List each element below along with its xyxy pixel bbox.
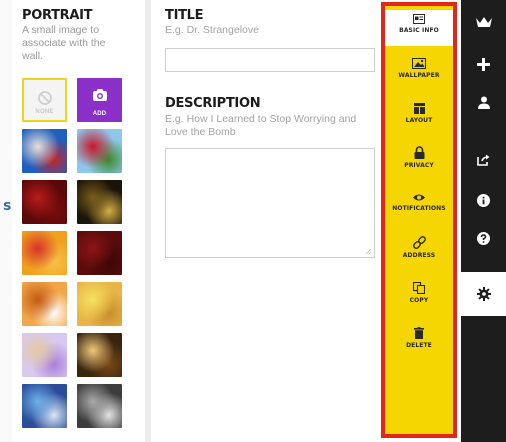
thumb-globe[interactable] — [22, 384, 67, 428]
menu-wallpaper[interactable]: WALLPAPER — [385, 58, 453, 79]
menu-basic-info-label: BASIC INFO — [399, 27, 439, 34]
title-input[interactable] — [165, 48, 375, 72]
app-sidebar — [461, 0, 506, 442]
menu-delete[interactable]: DELETE — [385, 327, 453, 349]
link-icon — [412, 236, 426, 249]
left-edge-glyph: s — [3, 198, 12, 214]
portrait-none-option[interactable]: NONE — [22, 78, 67, 122]
thumb-golden-lights[interactable] — [77, 180, 122, 224]
title-placeholder-text: E.g. Dr. Strangelove — [165, 24, 259, 36]
thumb-soccer-player[interactable] — [77, 129, 122, 173]
eye-icon — [413, 194, 425, 201]
menu-address-label: ADDRESS — [402, 252, 436, 259]
thumb-orange-notepad[interactable] — [22, 282, 67, 326]
help-icon[interactable] — [461, 222, 506, 254]
description-placeholder-text: E.g. How I Learned to Stop Worrying and … — [165, 113, 357, 138]
menu-delete-label: DELETE — [406, 342, 432, 349]
portrait-add-button[interactable]: ADD — [77, 78, 122, 122]
gear-icon[interactable] — [461, 272, 506, 316]
menu-basic-info[interactable]: BASIC INFO — [385, 10, 453, 46]
menu-wallpaper-label: WALLPAPER — [398, 72, 440, 79]
thumb-candles[interactable] — [77, 333, 122, 377]
user-icon[interactable] — [461, 86, 506, 118]
menu-copy-label: COPY — [409, 297, 429, 304]
settings-menu: BASIC INFO WALLPAPER LAYOUT PRIVACY NOTI… — [381, 2, 457, 438]
menu-copy[interactable]: COPY — [385, 282, 453, 304]
thumb-colorful-collage[interactable] — [22, 129, 67, 173]
none-option-label: NONE — [35, 109, 54, 115]
thumb-sticky-note[interactable] — [77, 282, 122, 326]
description-textarea[interactable] — [165, 148, 375, 258]
portrait-hint: A small image to associate with the wall… — [22, 24, 106, 62]
thumb-gray-sphere[interactable] — [77, 384, 122, 428]
resize-handle-icon[interactable] — [365, 248, 372, 255]
camera-icon — [92, 89, 107, 101]
trash-icon — [414, 327, 424, 339]
menu-layout-label: LAYOUT — [405, 117, 433, 124]
layout-icon — [413, 103, 425, 114]
lock-icon — [414, 146, 424, 159]
wallpaper-icon — [412, 58, 426, 69]
portrait-section: PORTRAIT A small image to associate with… — [18, 0, 128, 442]
menu-address[interactable]: ADDRESS — [385, 236, 453, 259]
description-label: DESCRIPTION — [165, 96, 261, 111]
add-option-label: ADD — [92, 111, 107, 117]
basic-info-icon — [413, 14, 425, 24]
thumb-birthday-cake[interactable] — [22, 333, 67, 377]
basic-info-form: TITLE E.g. Dr. Strangelove DESCRIPTION E… — [165, 0, 377, 442]
info-icon[interactable] — [461, 184, 506, 216]
column-divider — [145, 0, 151, 442]
left-edge-strip — [0, 0, 12, 442]
plus-icon[interactable] — [461, 48, 506, 80]
menu-privacy[interactable]: PRIVACY — [385, 146, 453, 169]
title-label: TITLE — [165, 8, 204, 23]
copy-icon — [413, 282, 425, 294]
portrait-heading: PORTRAIT — [22, 8, 93, 23]
share-icon[interactable] — [461, 144, 506, 176]
menu-layout[interactable]: LAYOUT — [385, 103, 453, 124]
thumb-red-rose[interactable] — [22, 180, 67, 224]
menu-privacy-label: PRIVACY — [404, 162, 434, 169]
menu-notifications[interactable]: NOTIFICATIONS — [385, 193, 453, 212]
menu-notifications-label: NOTIFICATIONS — [392, 205, 446, 212]
thumb-origami-bird[interactable] — [22, 231, 67, 275]
thumb-red-texture[interactable] — [77, 231, 122, 275]
crown-logo-icon[interactable] — [461, 6, 506, 38]
no-image-icon — [37, 91, 52, 105]
